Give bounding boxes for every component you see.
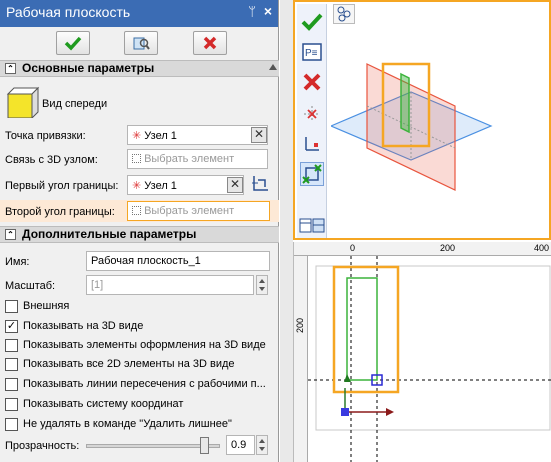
collapse-icon[interactable]: ⌃	[5, 229, 16, 240]
preview-button[interactable]	[124, 31, 158, 55]
checkbox-label: Показывать все 2D элементы на 3D виде	[23, 358, 235, 370]
checkbox[interactable]: ✓	[5, 320, 18, 333]
checkbox-label: Не удалять в команде "Удалить лишнее"	[23, 418, 232, 430]
name-input[interactable]: Рабочая плоскость_1	[86, 251, 270, 271]
axes-icon	[305, 137, 319, 151]
checkbox[interactable]	[5, 300, 18, 313]
axis-button[interactable]	[300, 132, 324, 156]
node-icon: ✳	[132, 180, 142, 192]
scene-tree-icon	[337, 6, 351, 22]
scene-tree-button[interactable]	[333, 4, 355, 24]
checkbox[interactable]	[5, 398, 18, 411]
checkbox-label: Показывать элементы оформления на 3D вид…	[23, 339, 266, 351]
select-element-icon	[132, 206, 141, 215]
workplane-preview	[400, 72, 410, 134]
checkbox[interactable]	[5, 418, 18, 431]
corner-select-icon	[302, 164, 322, 184]
layout-toggle[interactable]	[299, 218, 325, 234]
checkmark-icon	[64, 36, 82, 51]
horizontal-ruler: 0 200 400	[294, 242, 551, 256]
scale-stepper[interactable]	[256, 275, 268, 295]
ruler-label: 0	[350, 243, 356, 253]
svg-text:P≡: P≡	[305, 48, 318, 59]
splitter[interactable]	[280, 0, 293, 462]
scroll-up-icon[interactable]	[269, 64, 277, 70]
view-cube-icon[interactable]	[6, 86, 40, 120]
action-button-row	[0, 27, 278, 60]
preview-icon	[133, 37, 150, 50]
properties-button[interactable]: P≡	[300, 40, 324, 64]
layout-icon	[299, 218, 325, 233]
workplane-panel: Рабочая плоскость ᛘ × ⌃ Основные парамет…	[0, 0, 279, 462]
checkmark-icon	[301, 13, 323, 31]
scale-input[interactable]: [1]	[86, 275, 254, 295]
view-label: Вид спереди	[42, 98, 108, 110]
clear-first-corner-button[interactable]: ✕	[227, 177, 243, 193]
select-element-icon	[132, 154, 141, 163]
transparency-slider-track[interactable]	[86, 437, 220, 454]
ruler-label: 200	[440, 243, 456, 253]
link-3d-placeholder: Выбрать элемент	[144, 153, 235, 165]
scale-label: Масштаб:	[5, 280, 56, 292]
cross-icon	[303, 73, 321, 91]
link-3d-field[interactable]: Выбрать элемент	[127, 149, 268, 169]
3d-scene[interactable]	[331, 52, 551, 222]
snap-point-icon	[304, 106, 320, 122]
vertical-toolbar: P≡	[297, 4, 327, 238]
clear-anchor-button[interactable]: ✕	[251, 127, 267, 143]
view-3d[interactable]: P≡	[293, 0, 551, 240]
node-icon: ✳	[132, 130, 142, 142]
checkbox-label: Внешняя	[23, 300, 70, 312]
apply-button[interactable]	[300, 10, 324, 34]
ruler-label: 200	[295, 318, 305, 334]
section-extra-params-label: Дополнительные параметры	[22, 227, 197, 241]
section-main-params-label: Основные параметры	[22, 61, 155, 75]
anchor-point-field[interactable]: ✳ Узел 1	[127, 125, 268, 145]
checkbox[interactable]	[5, 339, 18, 352]
transparency-label: Прозрачность:	[5, 440, 80, 452]
snap-point-button[interactable]	[300, 102, 324, 126]
checkbox-label: Показывать на 3D виде	[23, 320, 144, 332]
vertical-ruler: 200	[294, 256, 308, 462]
name-label: Имя:	[5, 256, 30, 268]
view-2d[interactable]: 0 200 400 200	[293, 242, 551, 462]
cancel-button[interactable]	[193, 31, 227, 55]
ruler-label: 400	[534, 243, 550, 253]
link-3d-label: Связь с 3D узлом:	[5, 154, 98, 166]
panel-title-bar: Рабочая плоскость ᛘ ×	[0, 0, 278, 27]
first-corner-value: Узел 1	[144, 180, 177, 192]
cancel-command-button[interactable]	[300, 70, 324, 94]
ok-button[interactable]	[56, 31, 90, 55]
anchor-point-value: Узел 1	[144, 130, 177, 142]
second-corner-field[interactable]: Выбрать элемент	[127, 201, 270, 221]
checkbox[interactable]	[5, 378, 18, 391]
checkbox-label: Показывать систему координат	[23, 398, 184, 410]
section-extra-params[interactable]: ⌃ Дополнительные параметры	[0, 226, 279, 243]
close-icon[interactable]: ×	[264, 3, 272, 19]
highlight-frame	[332, 265, 400, 394]
pin-icon[interactable]: ᛘ	[248, 4, 256, 19]
2d-canvas[interactable]	[308, 256, 551, 462]
second-corner-label: Второй угол границы:	[5, 206, 115, 218]
section-main-params[interactable]: ⌃ Основные параметры	[0, 60, 279, 77]
transparency-stepper[interactable]	[256, 435, 268, 455]
collapse-icon[interactable]: ⌃	[5, 63, 16, 74]
first-corner-label: Первый угол границы:	[5, 180, 119, 192]
checkbox-label: Показывать линии пересечения с рабочими …	[23, 378, 266, 390]
anchor-point-label: Точка привязки:	[5, 130, 86, 142]
properties-icon: P≡	[302, 43, 322, 61]
corner-mode-icon[interactable]	[250, 174, 270, 194]
cross-icon	[203, 36, 217, 50]
transparency-slider-thumb[interactable]	[200, 437, 210, 454]
transparency-input[interactable]: 0.9	[226, 435, 255, 455]
second-corner-placeholder: Выбрать элемент	[144, 205, 235, 217]
checkbox[interactable]	[5, 358, 18, 371]
panel-title: Рабочая плоскость	[6, 4, 131, 20]
corner-select-button[interactable]	[300, 162, 324, 186]
